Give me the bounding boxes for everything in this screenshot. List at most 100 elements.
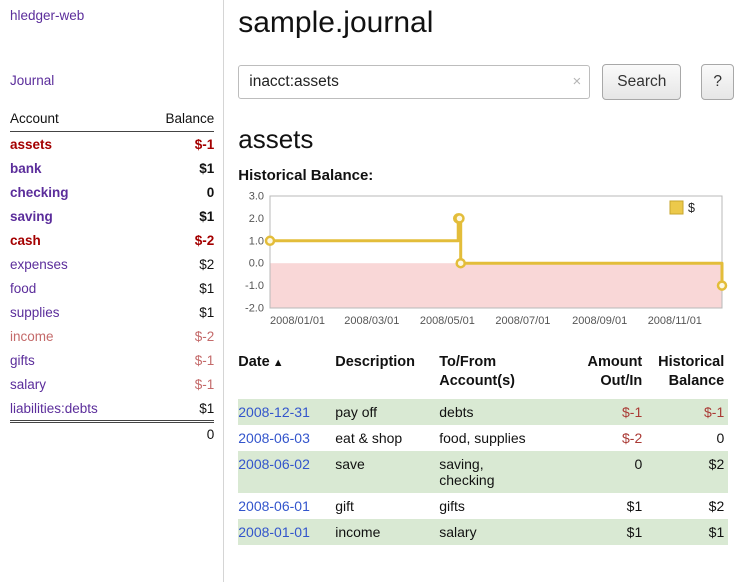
account-link-food[interactable]: food — [10, 281, 36, 296]
description-cell: income — [335, 519, 439, 545]
hledger-web-app: hledger-web Journal Account Balance asse… — [0, 0, 742, 582]
register-header-description: Description — [335, 351, 439, 399]
register-row: 2008-01-01 income salary $1 $1 — [238, 519, 728, 545]
svg-text:-2.0: -2.0 — [245, 303, 264, 315]
account-balance: $-2 — [141, 228, 214, 252]
balance-cell: $2 — [646, 451, 728, 493]
account-link-expenses[interactable]: expenses — [10, 257, 68, 272]
svg-text:0.0: 0.0 — [249, 258, 264, 270]
account-row: income $-2 — [10, 324, 214, 348]
account-balance: $2 — [141, 252, 214, 276]
page-title: sample.journal — [238, 6, 734, 40]
account-balance: $1 — [141, 276, 214, 300]
svg-text:1.0: 1.0 — [249, 235, 264, 247]
account-row: food $1 — [10, 276, 214, 300]
accounts-header-account: Account — [10, 108, 141, 132]
accounts-cell: debts — [439, 399, 570, 425]
account-row: liabilities:debts $1 — [10, 396, 214, 422]
svg-text:2.0: 2.0 — [249, 213, 264, 225]
date-link[interactable]: 2008-06-02 — [238, 456, 310, 472]
account-row: salary $-1 — [10, 372, 214, 396]
accounts-cell: gifts — [439, 493, 570, 519]
account-link-income[interactable]: income — [10, 329, 54, 344]
account-row: gifts $-1 — [10, 348, 214, 372]
account-heading: assets — [238, 124, 734, 155]
account-balance: $-1 — [141, 132, 214, 157]
sidebar: hledger-web Journal Account Balance asse… — [0, 0, 224, 582]
chart-title: Historical Balance: — [238, 167, 734, 184]
account-link-saving[interactable]: saving — [10, 209, 53, 224]
account-balance: 0 — [141, 180, 214, 204]
svg-text:2008/11/01: 2008/11/01 — [648, 315, 702, 327]
balance-cell: $1 — [646, 519, 728, 545]
register-header-amount: Amount Out/In — [570, 351, 646, 399]
accounts-cell: saving, checking — [439, 451, 570, 493]
account-row: assets $-1 — [10, 132, 214, 157]
account-link-bank[interactable]: bank — [10, 161, 42, 176]
legend-label: $ — [688, 201, 695, 215]
sort-ascending-icon: ▲ — [273, 357, 284, 369]
register-header-accounts: To/From Account(s) — [439, 351, 570, 399]
description-cell: save — [335, 451, 439, 493]
search-input[interactable] — [238, 65, 590, 99]
svg-text:2008/01/01: 2008/01/01 — [270, 315, 325, 327]
account-link-assets[interactable]: assets — [10, 137, 52, 152]
balance-cell: $-1 — [646, 399, 728, 425]
historical-balance-chart[interactable]: 3.0 2.0 1.0 0.0 -1.0 -2.0 2008/01/01 2008/03/01… — [238, 186, 728, 339]
accounts-total: 0 — [141, 422, 214, 447]
account-balance: $-1 — [141, 348, 214, 372]
amount-cell: $1 — [570, 493, 646, 519]
account-balance: $1 — [141, 300, 214, 324]
register-header-date[interactable]: Date▲ — [238, 351, 335, 399]
date-link[interactable]: 2008-12-31 — [238, 404, 310, 420]
accounts-cell: salary — [439, 519, 570, 545]
balance-cell: $2 — [646, 493, 728, 519]
account-balance: $1 — [141, 156, 214, 180]
account-row: cash $-2 — [10, 228, 214, 252]
account-balance: $1 — [141, 204, 214, 228]
accounts-table: Account Balance assets $-1 bank $1 check… — [10, 108, 214, 446]
account-link-checking[interactable]: checking — [10, 185, 69, 200]
svg-text:2008/05/01: 2008/05/01 — [420, 315, 475, 327]
date-link[interactable]: 2008-06-03 — [238, 430, 310, 446]
clear-search-icon[interactable]: × — [572, 73, 581, 90]
description-cell: eat & shop — [335, 425, 439, 451]
account-link-gifts[interactable]: gifts — [10, 353, 35, 368]
svg-text:2008/07/01: 2008/07/01 — [496, 315, 551, 327]
main-content: sample.journal × Search ? assets Histori… — [224, 0, 742, 582]
account-link-salary[interactable]: salary — [10, 377, 46, 392]
register-row: 2008-06-03 eat & shop food, supplies $-2… — [238, 425, 728, 451]
legend-swatch — [670, 201, 683, 214]
date-link[interactable]: 2008-06-01 — [238, 498, 310, 514]
app-title-link[interactable]: hledger-web — [10, 8, 214, 23]
svg-text:3.0: 3.0 — [249, 191, 264, 203]
description-cell: gift — [335, 493, 439, 519]
account-row: checking 0 — [10, 180, 214, 204]
amount-cell: $-2 — [570, 425, 646, 451]
register-row: 2008-06-01 gift gifts $1 $2 — [238, 493, 728, 519]
svg-text:-1.0: -1.0 — [245, 280, 264, 292]
account-row: expenses $2 — [10, 252, 214, 276]
search-bar: × Search ? — [238, 64, 734, 100]
svg-text:2008/03/01: 2008/03/01 — [345, 315, 400, 327]
register-row: 2008-06-02 save saving, checking 0 $2 — [238, 451, 728, 493]
accounts-total-row: 0 — [10, 422, 214, 447]
search-button[interactable]: Search — [602, 64, 681, 100]
account-row: supplies $1 — [10, 300, 214, 324]
account-link-liabilities-debts[interactable]: liabilities:debts — [10, 401, 98, 416]
date-link[interactable]: 2008-01-01 — [238, 524, 310, 540]
register-row: 2008-12-31 pay off debts $-1 $-1 — [238, 399, 728, 425]
account-balance: $1 — [141, 396, 214, 422]
accounts-cell: food, supplies — [439, 425, 570, 451]
account-balance: $-1 — [141, 372, 214, 396]
accounts-header-balance: Balance — [141, 108, 214, 132]
svg-text:2008/09/01: 2008/09/01 — [572, 315, 627, 327]
balance-cell: 0 — [646, 425, 728, 451]
help-button[interactable]: ? — [701, 64, 734, 100]
account-link-supplies[interactable]: supplies — [10, 305, 60, 320]
account-row: bank $1 — [10, 156, 214, 180]
account-link-cash[interactable]: cash — [10, 233, 41, 248]
amount-cell: $-1 — [570, 399, 646, 425]
sidebar-item-journal[interactable]: Journal — [10, 73, 214, 88]
amount-cell: $1 — [570, 519, 646, 545]
